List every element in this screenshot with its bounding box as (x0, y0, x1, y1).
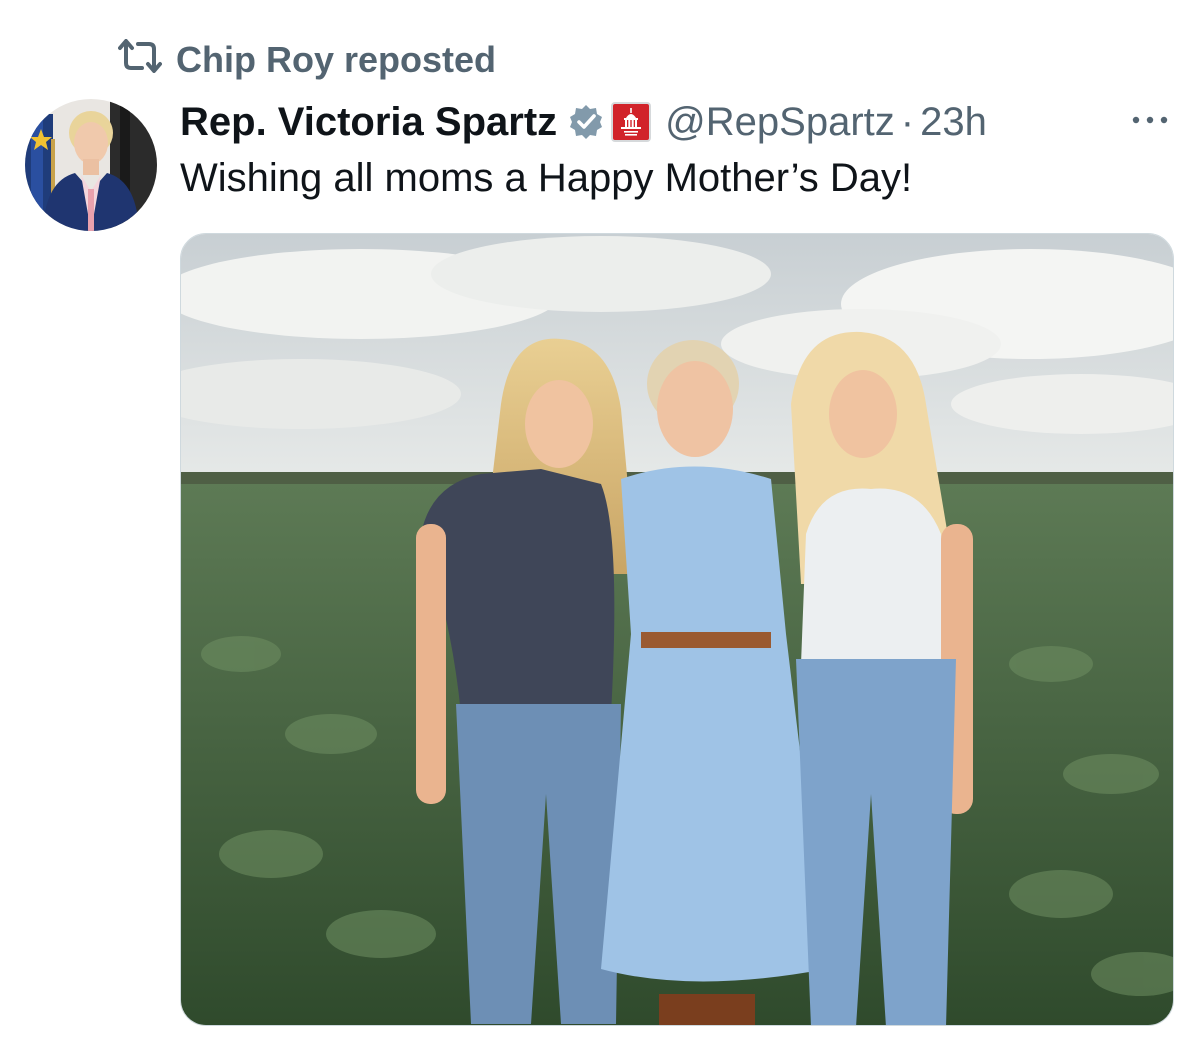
tweet-text: Wishing all moms a Happy Mother’s Day! (180, 156, 913, 200)
more-options-button[interactable] (1124, 103, 1176, 139)
social-context-label: Chip Roy reposted (176, 39, 497, 80)
author-avatar[interactable] (25, 99, 157, 231)
tweet-header: Rep. Victoria Spartz @RepSpartz · 23h (180, 94, 987, 150)
verified-badge-icon[interactable] (567, 103, 605, 141)
author-display-name[interactable]: Rep. Victoria Spartz (180, 100, 557, 145)
post-time[interactable]: 23h (920, 100, 987, 145)
meta-separator: · (900, 99, 915, 144)
social-context[interactable]: Chip Roy reposted (118, 38, 496, 82)
repost-icon (118, 38, 162, 82)
more-options-icon (1130, 112, 1170, 130)
tweet-photo[interactable] (180, 233, 1174, 1026)
house-gop-badge-icon[interactable] (611, 102, 652, 142)
author-handle[interactable]: @RepSpartz (665, 100, 895, 145)
